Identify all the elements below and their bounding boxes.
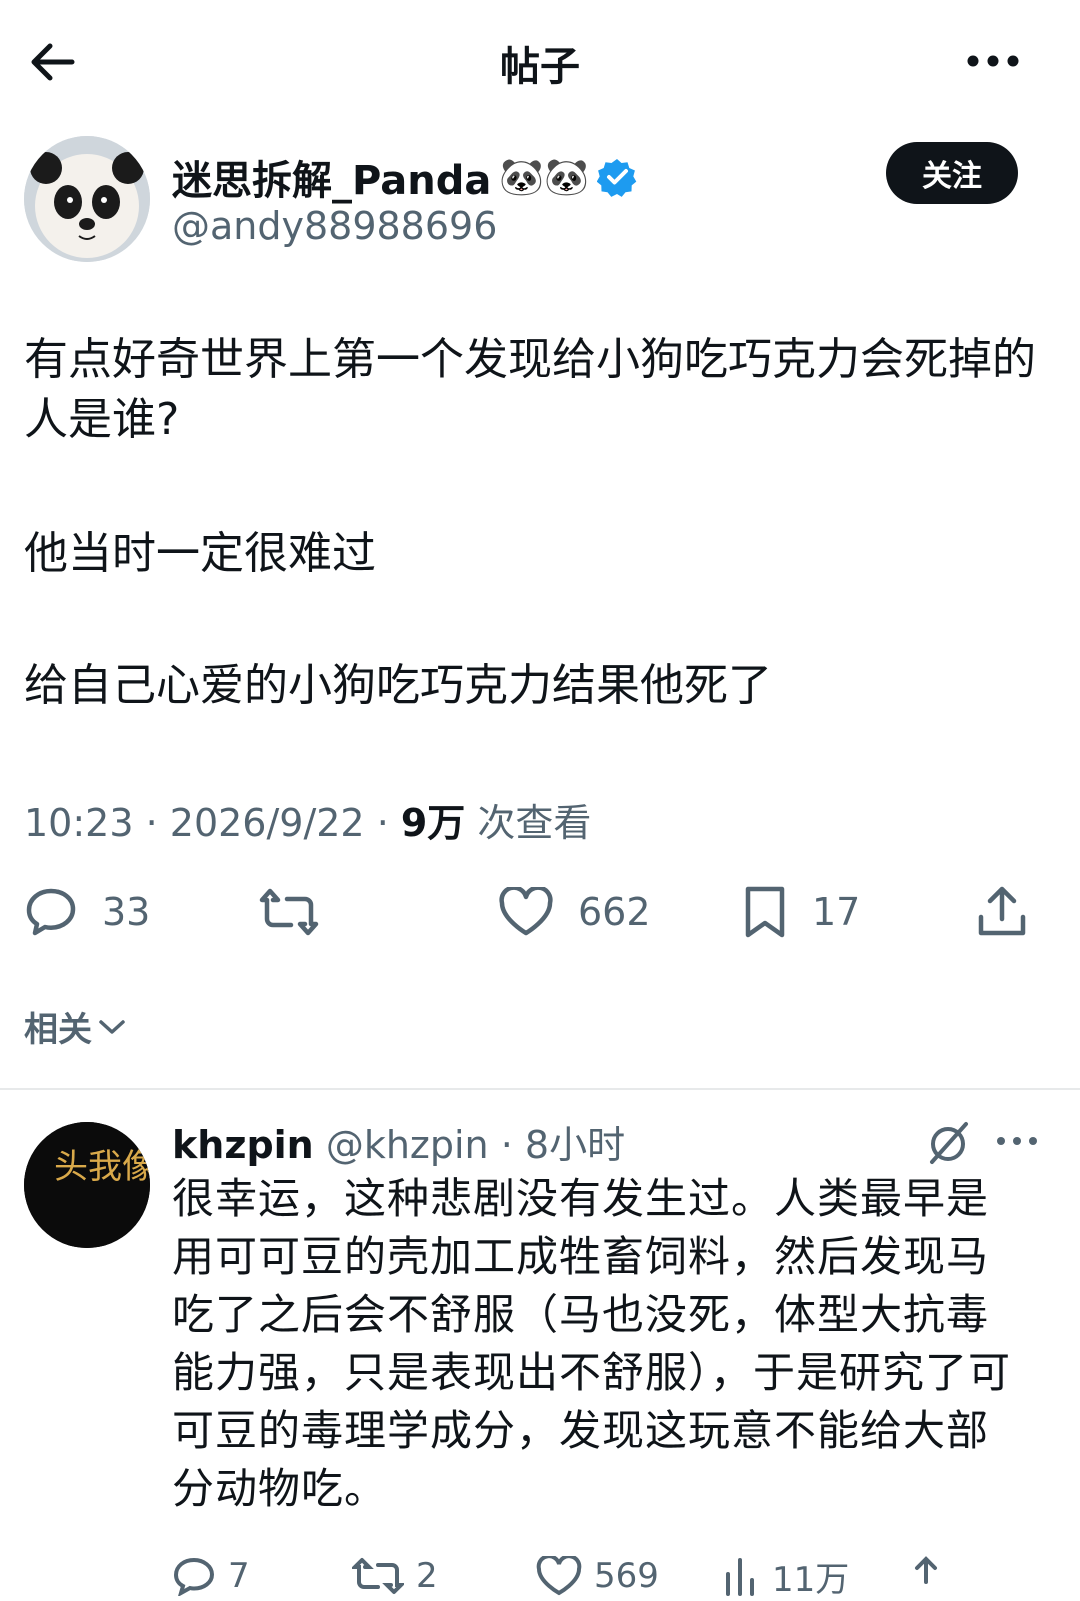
reply-reply-count: 7 [228, 1556, 250, 1596]
like-count: 662 [578, 890, 651, 934]
section-divider [0, 1088, 1080, 1090]
retweet-button[interactable] [258, 880, 320, 944]
heart-icon [536, 1556, 582, 1596]
views-count: 9万 [400, 801, 466, 845]
top-bar: 帖子 [0, 0, 1080, 120]
page-title: 帖子 [500, 44, 580, 90]
author-avatar[interactable] [24, 136, 150, 262]
bookmark-icon [745, 886, 785, 938]
author-name-row[interactable]: 迷思拆解_Panda 🐼🐼 [172, 148, 637, 206]
related-toggle[interactable]: 相关 [24, 1002, 126, 1051]
reply-author-handle[interactable]: @khzpin [326, 1123, 489, 1167]
reply-views-button[interactable]: 11万 [720, 1556, 849, 1600]
share-icon [978, 886, 1026, 936]
post-paragraph-2: 他当时一定很难过 [24, 528, 376, 579]
panda-avatar-image [24, 136, 150, 262]
share-button[interactable] [976, 880, 1028, 944]
reply-count: 33 [102, 890, 151, 934]
bookmark-count: 17 [812, 890, 861, 934]
reply-retweet-button[interactable]: 2 [352, 1556, 438, 1596]
heart-icon [499, 887, 553, 936]
analytics-icon [726, 1558, 754, 1596]
post-paragraph-3: 给自己心爱的小狗吃巧克力结果他死了 [24, 660, 772, 711]
ellipsis-icon [967, 55, 1019, 67]
reply-button[interactable]: 33 [24, 880, 150, 944]
bookmark-button[interactable]: 17 [742, 880, 860, 944]
grok-button[interactable] [926, 1120, 972, 1166]
ellipsis-icon [997, 1137, 1037, 1145]
author-name[interactable]: 迷思拆解_Panda [172, 148, 491, 206]
grok-icon [930, 1122, 968, 1164]
retweet-icon [259, 888, 319, 936]
post-meta: 10:23 · 2026/9/22 · 9万 次查看 [24, 801, 592, 845]
author-handle[interactable]: @andy88988696 [172, 204, 497, 248]
related-label: 相关 [24, 1010, 92, 1050]
reply-more-button[interactable] [994, 1126, 1040, 1156]
chevron-down-icon [99, 1019, 125, 1034]
share-icon [915, 1556, 937, 1584]
panda-emoji-icon: 🐼🐼 [499, 157, 589, 198]
post-time[interactable]: 10:23 [24, 801, 134, 845]
like-button[interactable]: 662 [498, 880, 651, 944]
reply-header: khzpin @khzpin · 8小时 [172, 1123, 626, 1167]
comment-icon [26, 888, 76, 936]
follow-button[interactable]: 关注 [886, 142, 1018, 204]
reply-reply-button[interactable]: 7 [172, 1556, 250, 1596]
reply-avatar[interactable]: 头我像是 [24, 1122, 150, 1248]
reply-time[interactable]: 8小时 [525, 1123, 625, 1167]
comment-icon [173, 1557, 215, 1596]
reply-retweet-count: 2 [416, 1556, 438, 1596]
reply-author-name[interactable]: khzpin [172, 1123, 314, 1167]
svg-text:头我像是: 头我像是 [54, 1147, 150, 1187]
post-paragraph-1: 有点好奇世界上第一个发现给小狗吃巧克力会死掉的人是谁? [24, 334, 1036, 445]
post-date[interactable]: 2026/9/22 [170, 801, 365, 845]
retweet-icon [352, 1558, 404, 1594]
more-options-button[interactable] [958, 36, 1028, 86]
verified-badge-icon [597, 159, 637, 197]
views-label: 次查看 [477, 801, 592, 845]
reply-like-button[interactable]: 569 [536, 1556, 659, 1596]
reply-views-count: 11万 [772, 1559, 850, 1600]
reply-share-button[interactable] [906, 1556, 946, 1596]
calligraphy-avatar-image: 头我像是 [24, 1122, 150, 1248]
reply-text: 很幸运，这种悲剧没有发生过。人类最早是用可可豆的壳加工成牲畜饲料，然后发现马吃了… [172, 1174, 1012, 1513]
reply-like-count: 569 [594, 1556, 659, 1596]
